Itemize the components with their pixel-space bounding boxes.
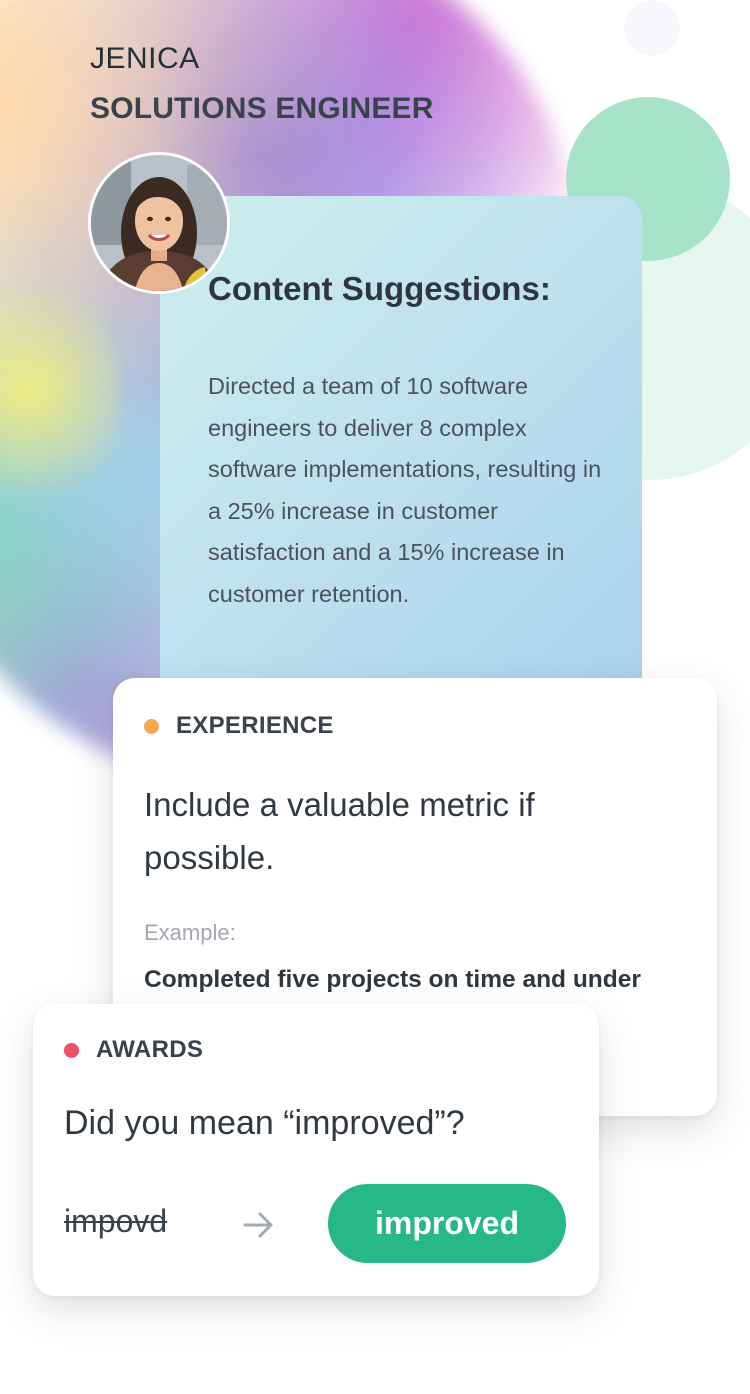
profile-title: SOLUTIONS ENGINEER xyxy=(90,92,434,125)
avatar-portrait xyxy=(91,155,227,291)
awards-status-dot xyxy=(64,1043,79,1058)
spelling-question: Did you mean “improved”? xyxy=(64,1104,465,1142)
content-suggestions-title: Content Suggestions: xyxy=(208,270,551,307)
decorative-circle-white xyxy=(624,0,680,56)
misspelled-word: impovd xyxy=(64,1203,168,1239)
experience-suggestion: Include a valuable metric if possible. xyxy=(144,786,535,876)
experience-status-dot xyxy=(144,719,159,734)
experience-example-label: Example: xyxy=(144,920,236,945)
apply-correction-button[interactable]: improved xyxy=(328,1184,566,1263)
awards-card: AWARDS Did you mean “improved”? impovd i… xyxy=(33,1004,599,1296)
arrow-right-icon xyxy=(241,1207,277,1243)
experience-label: EXPERIENCE xyxy=(176,712,334,739)
awards-label: AWARDS xyxy=(96,1036,204,1063)
avatar xyxy=(88,152,230,294)
profile-name: JENICA xyxy=(90,42,200,75)
resume-suggestions-illustration: JENICA SOLUTIONS ENGINEER Content Sugges… xyxy=(0,0,750,1394)
content-suggestions-text: Directed a team of 10 software engineers… xyxy=(208,373,602,607)
content-suggestions-card: Content Suggestions: Directed a team of … xyxy=(160,196,642,716)
